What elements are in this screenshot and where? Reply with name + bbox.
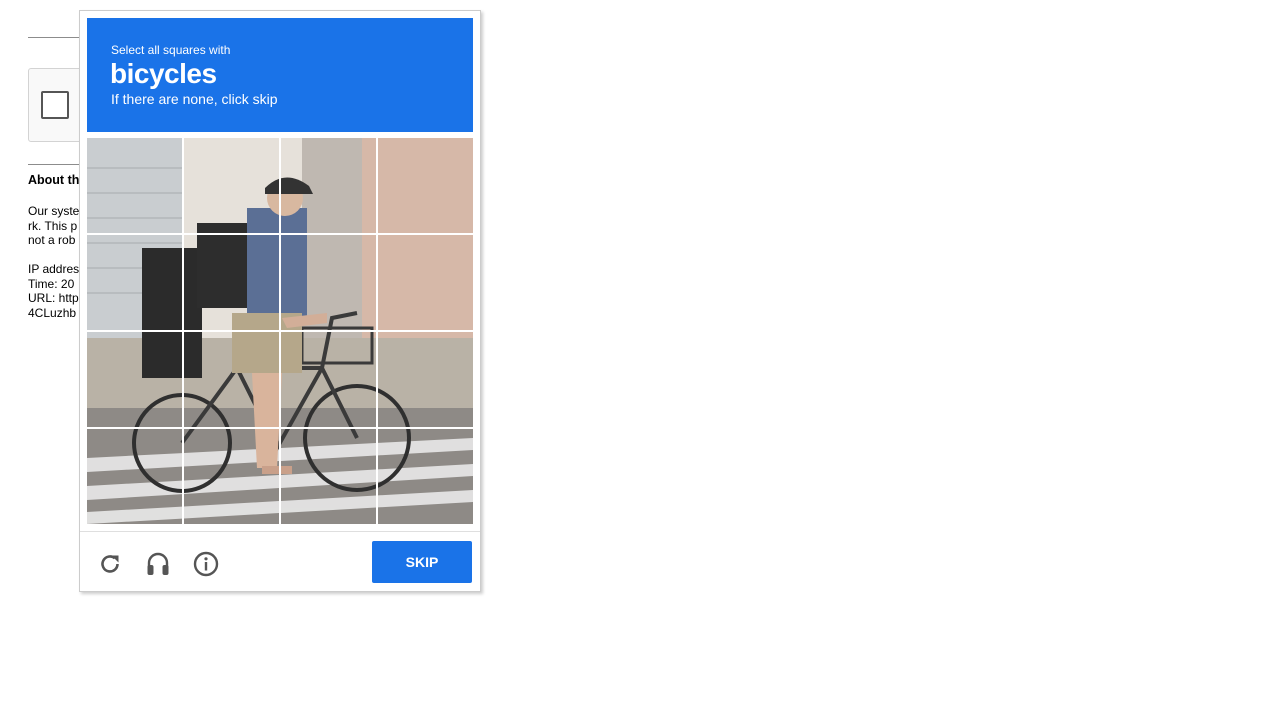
image-tile[interactable]	[281, 429, 376, 524]
tile-photo	[87, 429, 182, 524]
headphones-icon[interactable]	[145, 551, 171, 577]
tile-photo	[281, 235, 376, 330]
image-tile[interactable]	[184, 235, 279, 330]
image-tile[interactable]	[281, 138, 376, 233]
tile-photo	[281, 332, 376, 427]
info-icon[interactable]	[193, 551, 219, 577]
image-tile[interactable]	[378, 332, 473, 427]
image-tile[interactable]	[87, 138, 182, 233]
image-tile[interactable]	[87, 332, 182, 427]
page: About th Our syste rk. This p not a rob …	[0, 0, 1280, 720]
skip-hint-text: If there are none, click skip	[111, 91, 278, 107]
image-tile[interactable]	[378, 138, 473, 233]
ip-address-line: IP addres	[28, 262, 80, 276]
image-tile[interactable]	[184, 429, 279, 524]
target-object-label: bicycles	[110, 58, 217, 89]
url-line-continued: 4CLuzhb	[28, 305, 77, 320]
image-tile[interactable]	[378, 429, 473, 524]
tile-photo	[378, 235, 473, 330]
tile-photo	[184, 332, 279, 427]
tile-photo	[378, 429, 473, 524]
time-line: Time: 20	[28, 276, 75, 291]
tile-photo	[378, 332, 473, 427]
skip-button[interactable]: SKIP	[372, 541, 472, 583]
image-tile[interactable]	[87, 235, 182, 330]
image-tile[interactable]	[281, 235, 376, 330]
tile-photo	[87, 235, 182, 330]
paragraph-line-3: not a rob	[28, 233, 76, 247]
instruction-text: Select all squares with	[111, 43, 231, 57]
url-line: URL: http	[28, 291, 79, 305]
image-tile[interactable]	[87, 429, 182, 524]
tile-photo	[281, 429, 376, 524]
tile-photo	[281, 138, 376, 233]
tile-photo	[184, 429, 279, 524]
paragraph-line-2: rk. This p	[28, 218, 78, 233]
not-robot-checkbox[interactable]	[41, 91, 69, 119]
tile-photo	[87, 138, 182, 233]
image-tile[interactable]	[184, 332, 279, 427]
image-tile-grid	[87, 138, 473, 524]
tile-photo	[184, 235, 279, 330]
image-tile[interactable]	[281, 332, 376, 427]
image-tile[interactable]	[184, 138, 279, 233]
reload-icon[interactable]	[97, 551, 123, 577]
about-heading: About th	[28, 173, 80, 187]
image-tile[interactable]	[378, 235, 473, 330]
image-challenge-dialog: Select all squares with bicycles If ther…	[79, 10, 481, 592]
tile-photo	[184, 138, 279, 233]
tile-photo	[87, 332, 182, 427]
challenge-header: Select all squares with bicycles If ther…	[87, 18, 473, 132]
tile-photo	[378, 138, 473, 233]
paragraph-line-1: Our syste	[28, 204, 80, 218]
footer-divider	[80, 531, 480, 532]
